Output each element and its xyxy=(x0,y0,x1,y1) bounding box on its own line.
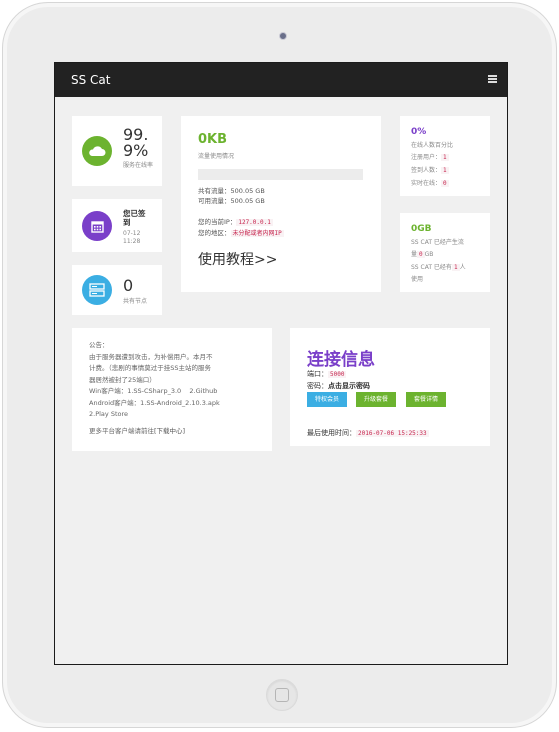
password-line: 密码：点击显示密码 xyxy=(307,382,370,390)
registered-line: 注册用户： 1 xyxy=(411,154,449,161)
ip-line: 您的当前IP： 127.0.0.1 xyxy=(198,217,273,228)
region-label: 您的地区： xyxy=(198,229,231,237)
last-used-line: 最后使用时间： 2016-07-06 15:25:33 xyxy=(307,429,429,437)
upgrade-button[interactable]: 升级套餐 xyxy=(356,392,396,407)
checkin-time: 11:28 xyxy=(123,238,141,245)
traffic-used: 0KB xyxy=(198,132,228,147)
generated-line4: 使用 xyxy=(411,276,424,283)
connection-title: 连接信息 xyxy=(307,350,375,370)
online-desc: 在线人数百分比 xyxy=(411,142,454,149)
traffic-label: 流量使用情况 xyxy=(198,153,235,160)
generated-card: 0GB SS CAT 已经产生流 量 0 GB SS CAT 已经有 1 人 使用 xyxy=(400,213,490,292)
notice-title: 公告： xyxy=(89,341,109,349)
ip-label: 您的当前IP： xyxy=(198,218,237,226)
registered-value: 1 xyxy=(441,154,449,161)
checked-value: 1 xyxy=(441,167,449,174)
generated-line3: SS CAT 已经有 1 人 xyxy=(411,264,466,271)
notice-line2: 计费。（悲剧的事情莫过于挂SS主站的服务 xyxy=(89,364,212,372)
generated-line1: SS CAT 已经产生流 xyxy=(411,239,464,246)
uptime-label: 服务在线率 xyxy=(123,162,154,169)
cloud-icon xyxy=(82,136,112,166)
traffic-progress-bar xyxy=(198,169,363,180)
notice-line7: 更多平台客户端请前往[下载中心] xyxy=(89,426,186,435)
region-value: 未分配或者内网IP xyxy=(230,230,284,237)
tablet-frame: SS Cat 99. 9% 服务在线率 您已签到 07-12 11:28 0 共… xyxy=(2,2,557,728)
region-line: 您的地区： 未分配或者内网IP xyxy=(198,228,284,239)
camera-icon xyxy=(279,32,287,40)
ip-value: 127.0.0.1 xyxy=(236,219,273,226)
traffic-available: 可用流量：500.05 GB xyxy=(198,197,265,205)
show-password-link[interactable]: 点击显示密码 xyxy=(328,382,370,390)
server-icon xyxy=(82,275,112,305)
port-value: 5000 xyxy=(328,371,347,378)
checkin-card: 您已签到 07-12 11:28 xyxy=(72,199,162,252)
uptime-card: 99. 9% 服务在线率 xyxy=(72,116,162,186)
notice-line6: 2.Play Store xyxy=(89,410,129,418)
notice-line4: Win客户端：1.SS-CSharp_3.0 2.Github xyxy=(89,387,218,395)
generated-value: 0GB xyxy=(411,224,432,234)
brand-link[interactable]: SS Cat xyxy=(71,73,111,87)
screen: SS Cat 99. 9% 服务在线率 您已签到 07-12 11:28 0 共… xyxy=(54,62,508,665)
generated-line2: 量 0 GB xyxy=(411,251,434,258)
connection-card: 连接信息 端口： 5000 密码：点击显示密码 特权会员 升级套餐 套餐详情 最后… xyxy=(290,328,490,446)
hamburger-menu-icon[interactable] xyxy=(488,75,497,83)
nodes-label: 共有节点 xyxy=(123,298,148,305)
notice-card: 公告： 由于服务器遭到攻击，为补偿用户。本月不 计费。（悲剧的事情莫过于挂SS主… xyxy=(72,328,272,451)
plan-detail-button[interactable]: 套餐详情 xyxy=(406,392,446,407)
checkin-title: 您已签到 xyxy=(123,209,146,227)
realtime-line: 实时在线： 0 xyxy=(411,180,449,187)
navbar: SS Cat xyxy=(55,63,507,97)
nodes-value: 0 xyxy=(123,276,134,295)
online-percent: 0% xyxy=(411,127,427,137)
calendar-icon xyxy=(82,211,112,241)
home-button[interactable] xyxy=(266,679,298,711)
online-card: 0% 在线人数百分比 注册用户： 1 签到人数： 1 实时在线： 0 xyxy=(400,116,490,196)
checked-line: 签到人数： 1 xyxy=(411,167,449,174)
traffic-card: 0KB 流量使用情况 共有流量：500.05 GB 可用流量：500.05 GB… xyxy=(181,116,381,292)
notice-line1: 由于服务器遭到攻击，为补偿用户。本月不 xyxy=(89,352,213,361)
notice-line5: Android客户端：1.SS-Android_2.10.3.apk xyxy=(89,398,220,407)
uptime-value: 99. 9% xyxy=(123,125,149,160)
nodes-card: 0 共有节点 xyxy=(72,265,162,315)
realtime-value: 0 xyxy=(441,180,449,187)
port-line: 端口： 5000 xyxy=(307,370,347,378)
download-center-link[interactable]: [下载中心] xyxy=(154,427,185,435)
vip-button[interactable]: 特权会员 xyxy=(307,392,347,407)
tutorial-link[interactable]: 使用教程>> xyxy=(198,249,277,269)
last-used-value: 2016-07-06 15:25:33 xyxy=(356,430,429,437)
notice-line3: 器居然被封了25端口） xyxy=(89,375,156,384)
